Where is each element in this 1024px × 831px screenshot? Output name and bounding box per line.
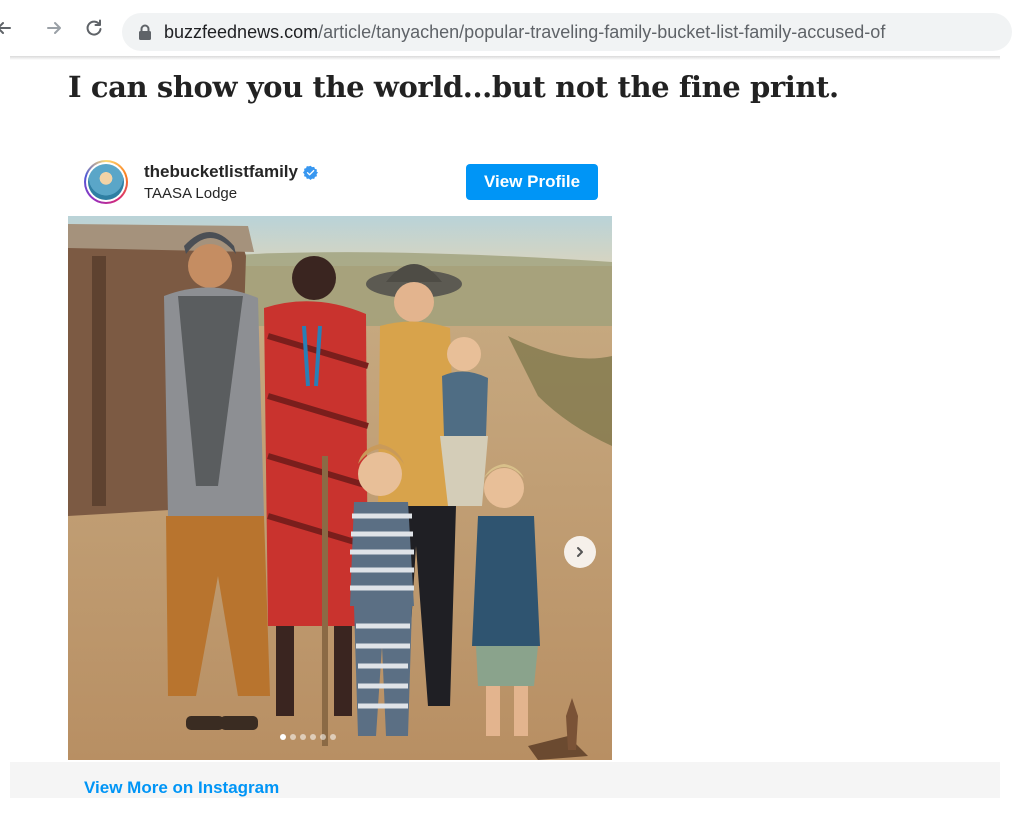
carousel-dot [300,734,306,740]
carousel-next-button[interactable] [564,536,596,568]
avatar-image [88,164,124,200]
carousel-dot [290,734,296,740]
avatar[interactable] [84,160,128,204]
chevron-right-icon [577,547,583,557]
embed-header: thebucketlistfamily TAASA Lodge View Pro… [68,150,612,216]
verified-badge-icon [303,165,318,180]
forward-button[interactable] [40,14,68,42]
username[interactable]: thebucketlistfamily [144,162,298,182]
location-label[interactable]: TAASA Lodge [144,185,237,202]
view-profile-button[interactable]: View Profile [466,164,598,200]
url-domain: buzzfeednews.com [164,21,319,42]
carousel-dot [330,734,336,740]
carousel-dot [320,734,326,740]
forward-arrow-icon [47,22,61,34]
carousel-dots [280,734,336,740]
view-more-on-instagram-link[interactable]: View More on Instagram [84,778,279,798]
back-arrow-icon [0,22,11,34]
lock-icon[interactable] [138,24,152,40]
address-bar[interactable]: buzzfeednews.com/article/tanyachen/popul… [122,13,1012,51]
instagram-embed: thebucketlistfamily TAASA Lodge View Pro… [68,150,612,762]
url-path: /article/tanyachen/popular-traveling-fam… [318,21,886,42]
browser-toolbar: buzzfeednews.com/article/tanyachen/popul… [0,0,1024,62]
toolbar-divider [10,56,1000,60]
carousel-dot [310,734,316,740]
back-button[interactable] [0,14,18,42]
article-headline: I can show you the world...but not the f… [68,70,839,104]
reload-button[interactable] [80,14,108,42]
family-photo-illustration [68,216,612,760]
reload-icon [86,19,102,36]
carousel-dot [280,734,286,740]
post-photo[interactable] [68,216,612,760]
